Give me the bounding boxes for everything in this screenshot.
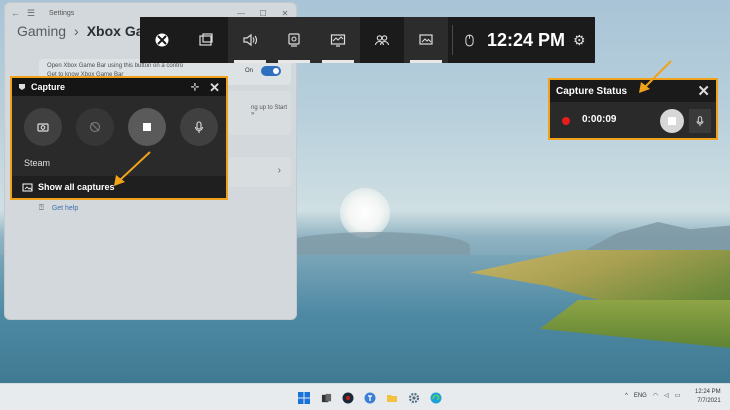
microphone-toggle-button[interactable] [689, 109, 711, 133]
recording-indicator-icon [562, 117, 570, 125]
help-icon: ⍰ [39, 203, 44, 212]
stop-icon [668, 117, 676, 125]
settings-card-hint: ng up to Start » [251, 105, 288, 117]
task-view-icon[interactable] [318, 390, 334, 406]
microphone-icon [696, 116, 704, 127]
settings-app-name: Settings [49, 9, 75, 17]
show-all-captures-label: Show all captures [38, 182, 115, 192]
camera-icon [37, 123, 49, 132]
taskbar: ^ ENG ◠ ◁ ▭ 12:24 PM 7/7/2021 [0, 383, 730, 410]
xbox-social-icon [374, 35, 390, 46]
settings-gear-icon[interactable]: ⚙ [573, 32, 586, 49]
audio-button[interactable] [228, 17, 272, 63]
capture-widget: Capture ⊹ ✕ Steam Show all captures [10, 76, 228, 200]
edge-icon[interactable] [428, 390, 444, 406]
hamburger-menu-icon[interactable]: ☰ [27, 8, 39, 19]
mouse-icon [457, 34, 481, 47]
record-last-icon [89, 121, 101, 133]
capture-widget-header[interactable]: Capture ⊹ ✕ [12, 78, 226, 96]
screenshot-button[interactable] [24, 108, 62, 146]
performance-button[interactable] [316, 17, 360, 63]
breadcrumb-gaming[interactable]: Gaming [17, 23, 66, 39]
xbox-button[interactable] [140, 17, 184, 63]
xbox-social-button[interactable] [360, 17, 404, 63]
capture-status-body: 0:00:09 [550, 102, 716, 138]
stop-recording-button[interactable] [660, 109, 684, 133]
show-all-captures-button[interactable]: Show all captures [12, 176, 226, 198]
start-icon[interactable] [296, 390, 312, 406]
stop-recording-button[interactable] [128, 108, 166, 146]
settings-app-icon[interactable] [406, 390, 422, 406]
steam-app-icon[interactable] [340, 390, 356, 406]
capture-status-title: Capture Status [556, 85, 628, 97]
gallery-icon [419, 34, 433, 45]
gamebar-clock: 12:24 PM [487, 29, 566, 50]
xbox-icon [155, 33, 169, 47]
capture-widget-title: Capture [31, 82, 66, 92]
teams-icon[interactable] [362, 390, 378, 406]
language-indicator[interactable]: ENG [634, 393, 647, 399]
taskbar-time: 12:24 PM [695, 389, 721, 395]
widget-menu-button[interactable] [184, 17, 228, 63]
controller-toggle-switch[interactable] [261, 66, 281, 76]
taskbar-apps [296, 390, 444, 406]
xbox-game-bar: 12:24 PM ⚙ [140, 17, 595, 63]
stop-icon [143, 123, 151, 131]
setting-label: Open Xbox Game Bar using this button on … [47, 63, 184, 69]
battery-icon[interactable]: ▭ [675, 392, 681, 399]
taskbar-date: 7/7/2021 [697, 398, 721, 404]
get-help-label: Get help [51, 204, 79, 212]
volume-icon[interactable]: ◁ [664, 392, 669, 399]
record-last-30-button[interactable] [76, 108, 114, 146]
microphone-button[interactable] [180, 108, 218, 146]
capture-status-header[interactable]: Capture Status ✕ [550, 80, 716, 102]
game-name: Steam [24, 158, 51, 168]
wallpaper-sun [340, 188, 390, 238]
toggle-state-label: On [245, 68, 254, 74]
file-explorer-icon[interactable] [384, 390, 400, 406]
performance-icon [330, 34, 346, 47]
pin-icon[interactable]: ⊹ [191, 82, 199, 93]
widget-menu-icon [199, 33, 213, 46]
close-capture-status-button[interactable]: ✕ [697, 84, 710, 99]
recording-timer: 0:00:09 [582, 114, 617, 125]
close-capture-widget-button[interactable]: ✕ [209, 81, 220, 94]
capture-button[interactable] [272, 17, 316, 63]
capture-status-widget: Capture Status ✕ 0:00:09 [548, 78, 718, 140]
taskbar-clock[interactable]: 12:24 PM 7/7/2021 [695, 388, 721, 406]
capture-widget-icon [19, 84, 25, 90]
gallery-icon [22, 183, 33, 191]
gallery-button[interactable] [404, 17, 448, 63]
tray-overflow-chevron[interactable]: ^ [625, 393, 628, 399]
breadcrumb-separator: › [74, 23, 79, 39]
capture-buttons [24, 108, 220, 146]
gamebar-separator [452, 25, 453, 55]
get-help-link[interactable]: ⍰ Get help [39, 203, 78, 213]
chevron-right-icon: › [277, 165, 281, 176]
back-arrow-icon[interactable]: ← [11, 8, 23, 18]
audio-icon [243, 33, 258, 47]
system-tray: ^ ENG ◠ ◁ ▭ [625, 392, 681, 400]
capture-icon [288, 33, 300, 47]
microphone-icon [194, 121, 204, 133]
wifi-icon[interactable]: ◠ [653, 392, 658, 399]
